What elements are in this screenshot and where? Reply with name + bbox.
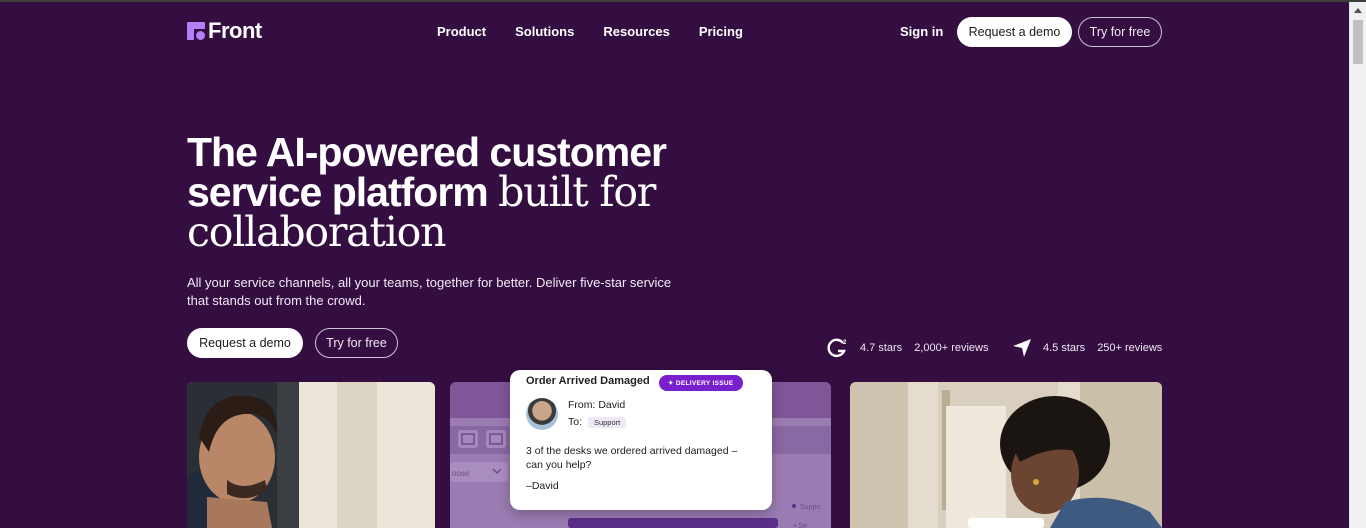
header-try-free-button[interactable]: Try for free: [1078, 17, 1162, 47]
capterra-reviews: 250+ reviews: [1097, 342, 1163, 354]
message-title: Order Arrived Damaged: [526, 375, 650, 387]
hero-subtitle: All your service channels, all your team…: [187, 275, 672, 308]
to-badge: Support: [587, 417, 627, 428]
sender-avatar: [526, 398, 558, 430]
from-line: From: David: [568, 399, 625, 411]
hero-request-demo-button[interactable]: Request a demo: [187, 328, 303, 358]
from-label: From:: [568, 399, 596, 411]
g2-rating: 2 4.7 stars 2,000+ reviews: [827, 338, 988, 358]
hero-try-free-button[interactable]: Try for free: [315, 328, 398, 358]
man-portrait-image: [187, 382, 435, 528]
customer-photo-card-left: [187, 382, 435, 528]
woman-portrait-image: [850, 382, 1162, 528]
page-scrollbar[interactable]: [1349, 2, 1366, 528]
scroll-thumb[interactable]: [1353, 20, 1363, 64]
nav-item-solutions[interactable]: Solutions: [515, 24, 574, 39]
delivery-issue-tag: ✦ DELIVERY ISSUE: [659, 375, 743, 391]
brand-name: Front: [208, 18, 262, 43]
hero-headline: The AI-powered customer service platform…: [187, 132, 707, 253]
front-logo[interactable]: Front: [187, 18, 262, 43]
svg-text:• Se: • Se: [794, 523, 807, 528]
message-preview[interactable]: Order Arrived Damaged ✦ DELIVERY ISSUE F…: [510, 370, 772, 510]
nav-item-resources[interactable]: Resources: [603, 24, 669, 39]
tag-label: DELIVERY ISSUE: [675, 380, 734, 387]
header-request-demo-button[interactable]: Request a demo: [957, 17, 1072, 47]
capterra-icon: [1013, 339, 1031, 357]
message-body: 3 of the desks we ordered arrived damage…: [526, 445, 738, 471]
capterra-stars: 4.5 stars: [1043, 342, 1086, 354]
to-label: To:: [568, 416, 583, 428]
capterra-rating: 4.5 stars 250+ reviews: [1012, 338, 1162, 358]
to-line: To: Support: [568, 416, 627, 428]
main-nav: Product Solutions Resources Pricing: [437, 24, 772, 39]
sign-in-link[interactable]: Sign in: [900, 24, 943, 39]
g2-stars: 4.7 stars: [860, 342, 903, 354]
nav-item-pricing[interactable]: Pricing: [699, 24, 743, 39]
svg-text:oose: oose: [452, 469, 470, 478]
customer-photo-card-right: [850, 382, 1162, 528]
nav-item-product[interactable]: Product: [437, 24, 486, 39]
svg-text:2: 2: [843, 340, 847, 346]
g2-icon: 2: [827, 338, 847, 358]
tag-icon: ✦: [668, 380, 676, 387]
scroll-up-icon[interactable]: [1354, 8, 1362, 13]
message-signature: –David: [526, 480, 559, 492]
svg-text:Suppo: Suppo: [800, 504, 820, 511]
front-logo-icon: [187, 22, 205, 40]
browser-top-edge: [0, 0, 1366, 2]
from-name: David: [598, 399, 626, 411]
g2-reviews: 2,000+ reviews: [914, 342, 989, 354]
